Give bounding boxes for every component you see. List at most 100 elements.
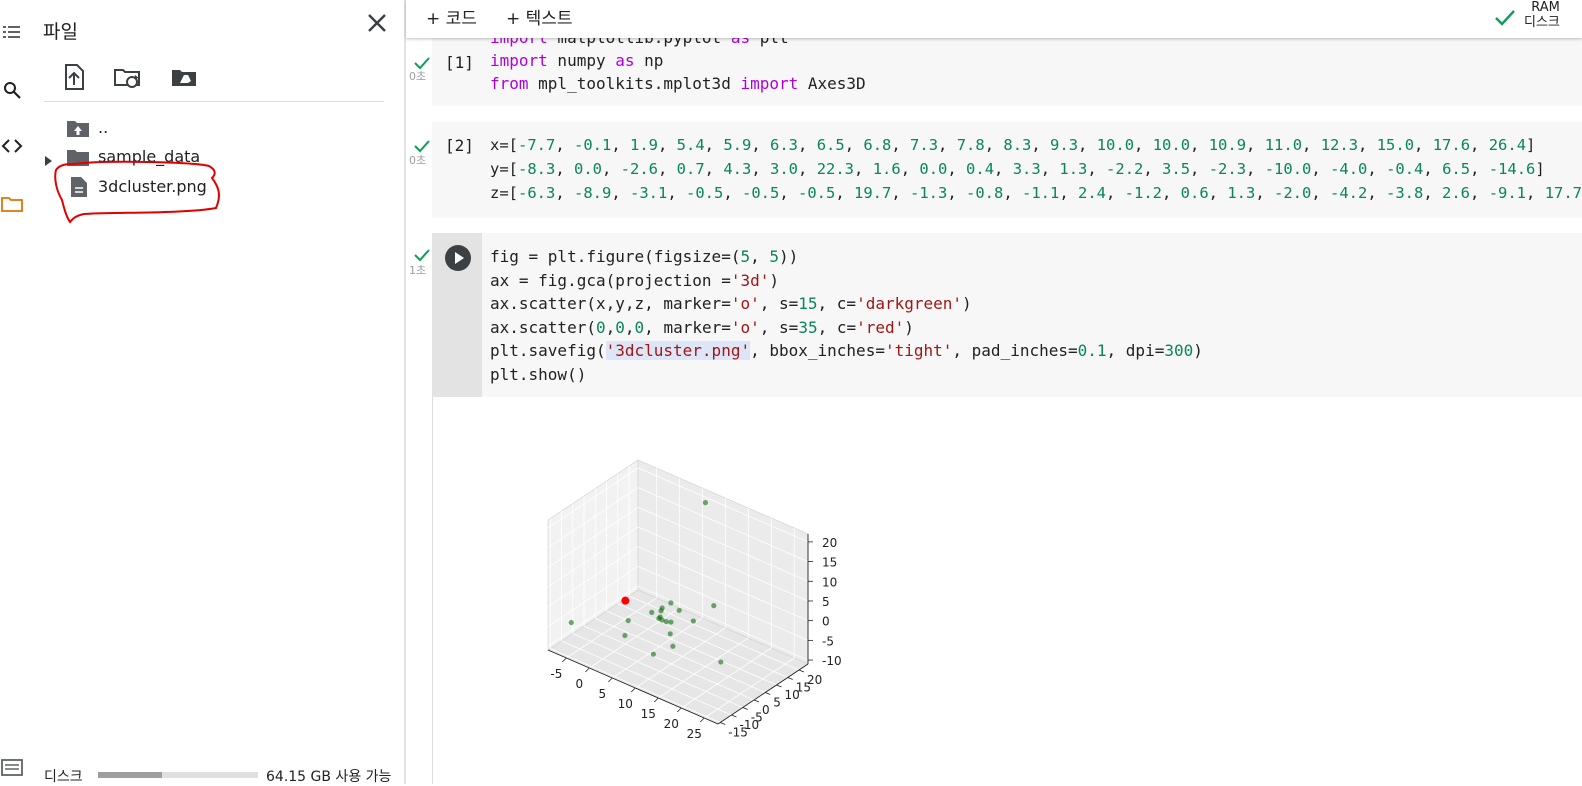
run-cell-button[interactable] xyxy=(444,244,472,272)
data-point xyxy=(663,619,669,625)
z-tick-label: 20 xyxy=(822,536,837,550)
connected-check-icon[interactable] xyxy=(1494,8,1516,32)
list-value: 26.4 xyxy=(1488,136,1527,154)
z-tick-label: -5 xyxy=(822,634,834,648)
list-value: 6.5 xyxy=(816,136,845,154)
code-line[interactable]: ax.scatter(0,0,0, marker='o', s=35, c='r… xyxy=(490,316,914,340)
execution-count: [1] xyxy=(445,53,474,72)
list-value: 17.6 xyxy=(1432,136,1471,154)
code-line[interactable]: ax = fig.gca(projection ='3d') xyxy=(490,269,779,293)
list-value: 22.3 xyxy=(816,160,855,178)
z-tick-label: 10 xyxy=(822,575,837,589)
list-value: 1.3 xyxy=(1227,184,1256,202)
x-tick-label: 25 xyxy=(687,727,702,741)
data-point xyxy=(649,609,655,615)
search-icon[interactable] xyxy=(0,78,26,102)
y-tick xyxy=(776,684,782,688)
list-value: 0.0 xyxy=(919,160,948,178)
list-value: -7.7 xyxy=(518,136,556,154)
files-folder-icon[interactable] xyxy=(0,192,26,216)
list-value: -14.6 xyxy=(1488,160,1536,178)
disk-label: 디스크 xyxy=(44,769,83,785)
list-value: 1.3 xyxy=(1059,160,1088,178)
success-check-icon xyxy=(414,55,430,70)
list-value: -9.1 xyxy=(1488,184,1527,202)
add-code-button[interactable]: + 코드 xyxy=(426,4,477,29)
notebook-toolbar: + 코드 + 텍스트 xyxy=(406,0,1582,38)
data-point xyxy=(690,618,696,624)
z-tick-label: 15 xyxy=(822,556,837,570)
y-tick-label: 20 xyxy=(807,673,822,687)
list-value: 3.3 xyxy=(1012,160,1041,178)
table-of-contents-icon[interactable] xyxy=(0,20,26,44)
y-tick-label: -5 xyxy=(751,711,763,725)
x-tick-label: 5 xyxy=(599,687,607,701)
refresh-folder-icon[interactable] xyxy=(113,62,143,92)
y-tick xyxy=(765,692,771,695)
code-line[interactable]: plt.savefig('3dcluster.png', bbox_inches… xyxy=(490,339,1203,363)
list-value: -6.3 xyxy=(518,184,556,202)
list-value: 1.9 xyxy=(630,136,658,154)
x-tick xyxy=(631,687,636,693)
tree-item-label: .. xyxy=(98,118,109,137)
y-tick-label: 5 xyxy=(773,696,781,710)
y-tick xyxy=(731,714,737,718)
disk-usage-bar: 디스크 64.15 GB 사용 가능 xyxy=(0,760,404,785)
code-snippets-icon[interactable] xyxy=(0,134,26,158)
mount-drive-icon[interactable] xyxy=(170,62,200,92)
code-line[interactable]: import numpy as np xyxy=(490,49,663,73)
code-line-y[interactable]: y=[-8.3, 0.0, -2.6, 0.7, 4.3, 3.0, 22.3,… xyxy=(490,158,1545,182)
list-value: 6.5 xyxy=(1442,160,1471,178)
success-check-icon xyxy=(414,247,430,262)
data-point xyxy=(622,632,628,639)
list-value: 7.8 xyxy=(956,136,985,154)
code-line-z[interactable]: z=[-6.3, -8.9, -3.1, -0.5, -0.5, -0.5, 1… xyxy=(490,182,1582,206)
code-line[interactable]: from mpl_toolkits.mplot3d import Axes3D xyxy=(490,72,866,96)
code-line[interactable]: fig = plt.figure(figsize=(5, 5)) xyxy=(490,245,798,269)
list-value: 0.7 xyxy=(676,160,705,178)
data-point xyxy=(658,608,664,614)
list-value: -8.9 xyxy=(574,184,612,202)
data-point xyxy=(568,619,574,626)
data-point xyxy=(668,600,674,606)
code-line[interactable]: plt.show() xyxy=(490,363,586,387)
x-tick xyxy=(562,657,567,663)
x-tick xyxy=(699,717,705,723)
list-value: -2.3 xyxy=(1208,160,1247,178)
toolbar-divider xyxy=(44,101,384,102)
x-tick-label: 10 xyxy=(618,697,633,711)
list-value: 8.3 xyxy=(1003,136,1032,154)
list-value: 19.7 xyxy=(854,184,892,202)
list-value: -1.3 xyxy=(910,184,948,202)
x-tick-label: 0 xyxy=(576,677,584,691)
list-value: 6.3 xyxy=(770,136,799,154)
list-value: 6.8 xyxy=(863,136,892,154)
close-icon[interactable] xyxy=(364,10,390,36)
panel-title: 파일 xyxy=(43,21,78,43)
upload-file-icon[interactable] xyxy=(59,62,89,92)
output-divider xyxy=(432,397,433,784)
z-tick-label: 5 xyxy=(822,595,830,609)
disk-meter xyxy=(98,772,258,778)
code-line[interactable]: ax.scatter(x,y,z, marker='o', s=15, c='d… xyxy=(490,292,972,316)
add-text-button[interactable]: + 텍스트 xyxy=(506,4,573,29)
list-value: -3.8 xyxy=(1386,184,1424,202)
list-value: 15.0 xyxy=(1376,136,1415,154)
z-tick-label: 0 xyxy=(822,615,830,629)
x-tick-label: 20 xyxy=(664,717,679,731)
resources-indicator[interactable]: RAM 디스크 xyxy=(1524,0,1560,30)
code-line-x[interactable]: x=[-7.7, -0.1, 1.9, 5.4, 5.9, 6.3, 6.5, … xyxy=(490,134,1535,158)
success-check-icon xyxy=(414,138,430,153)
x-tick-label: -5 xyxy=(550,667,562,681)
origin-point xyxy=(621,596,630,605)
list-value: 10.0 xyxy=(1096,136,1135,154)
left-rail xyxy=(0,0,28,784)
list-value: 0.0 xyxy=(574,160,602,178)
panel-divider[interactable] xyxy=(404,0,406,784)
list-value: -0.5 xyxy=(686,184,724,202)
y-tick xyxy=(753,699,760,703)
z-tick-label: -10 xyxy=(822,654,842,668)
data-point xyxy=(667,631,673,637)
list-value: -10.0 xyxy=(1264,160,1312,178)
list-value: 3.5 xyxy=(1162,160,1191,178)
